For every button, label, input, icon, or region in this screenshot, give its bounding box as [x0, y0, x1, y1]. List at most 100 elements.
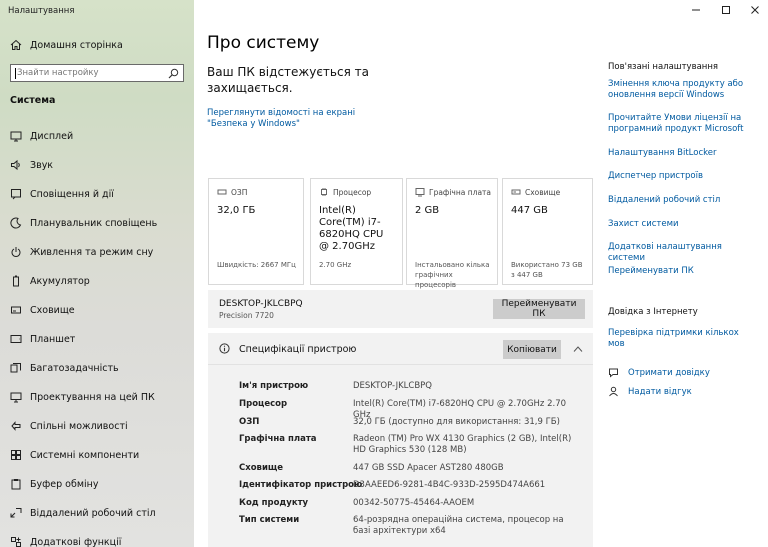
- remote-desktop-icon: [10, 508, 22, 518]
- chevron-up-icon[interactable]: [573, 345, 583, 353]
- remote-desktop-link[interactable]: Віддалений робочий стіл: [608, 195, 758, 206]
- spec-key: Тип системи: [239, 515, 300, 525]
- system-components-icon: [11, 450, 21, 460]
- spec-value: D3AAEED6-9281-4B4C-933D-2595D474A661: [353, 480, 546, 490]
- sidebar-item-label: Проектування на цей ПК: [30, 391, 155, 403]
- sidebar-item-shared-experiences[interactable]: Спільні можливості: [10, 418, 190, 434]
- help-icon: [609, 368, 618, 378]
- sidebar-item-display[interactable]: Дисплей: [10, 128, 190, 144]
- spec-key: ОЗП: [239, 417, 260, 427]
- card-subtext: Використано 73 GB з 447 GB: [511, 261, 583, 279]
- sidebar-item-multitasking[interactable]: Багатозадачність: [10, 360, 190, 376]
- card-value: Intel(R) Core(TM) i7-6820HQ CPU @ 2.70GH…: [319, 205, 384, 252]
- system-protection-link[interactable]: Захист системи: [608, 219, 758, 230]
- power-icon: [11, 247, 21, 257]
- card-value: 447 GB: [511, 205, 548, 216]
- close-button[interactable]: [745, 2, 765, 18]
- advanced-system-settings-link[interactable]: Додаткові налаштування системи: [608, 242, 758, 264]
- notification-icon: [11, 189, 21, 200]
- minimize-button[interactable]: [686, 2, 706, 18]
- search-icon[interactable]: [168, 68, 179, 79]
- search-box[interactable]: Знайти настройку: [10, 64, 184, 82]
- give-feedback-link[interactable]: Надати відгук: [608, 386, 692, 397]
- rename-pc-button[interactable]: Перейменувати ПК: [493, 299, 585, 319]
- sidebar-item-focus-assist[interactable]: Планувальник сповіщень: [10, 215, 190, 231]
- sidebar-item-label: Багатозадачність: [30, 362, 119, 374]
- spec-value: 447 GB SSD Apacer AST280 480GB: [353, 463, 504, 473]
- projecting-icon: [10, 392, 22, 403]
- sidebar-item-remote-desktop[interactable]: Віддалений робочий стіл: [10, 505, 190, 521]
- maximize-button[interactable]: [716, 2, 736, 18]
- sidebar-item-label: Дисплей: [30, 130, 74, 142]
- windows-security-link[interactable]: Переглянути відомості на екрані "Безпека…: [207, 108, 387, 130]
- protection-status: Ваш ПК відстежується та захищається.: [207, 65, 369, 95]
- sidebar-item-optional-features[interactable]: Додаткові функції: [10, 534, 190, 547]
- sidebar-item-label: Звук: [30, 159, 54, 171]
- sidebar-item-tablet[interactable]: Планшет: [10, 331, 190, 347]
- page-title: Про систему: [207, 33, 320, 53]
- sidebar-item-label: Планувальник сповіщень: [30, 217, 158, 229]
- sidebar-item-notifications[interactable]: Сповіщення й дії: [10, 186, 190, 202]
- storage-icon: [11, 306, 21, 314]
- sidebar-item-label: Віддалений робочий стіл: [30, 507, 156, 519]
- card-label: ОЗП: [231, 188, 248, 197]
- card-label: Графічна плата: [429, 188, 491, 197]
- sidebar-item-projecting[interactable]: Проектування на цей ПК: [10, 389, 190, 405]
- spec-value: 32,0 ГБ (доступно для використання: 31,9…: [353, 417, 560, 427]
- sidebar-home-label: Домашня сторінка: [30, 39, 123, 51]
- multi-language-support-link[interactable]: Перевірка підтримки кількох мов: [608, 328, 758, 350]
- multitasking-icon: [10, 363, 21, 373]
- card-label: Сховище: [525, 188, 561, 197]
- maximize-icon: [722, 6, 730, 14]
- device-manager-link[interactable]: Диспетчер пристроїв: [608, 171, 758, 182]
- optional-features-icon: [11, 537, 21, 547]
- sidebar-item-label: Сповіщення й дії: [30, 188, 114, 200]
- device-model: Precision 7720: [219, 311, 274, 320]
- bitlocker-link[interactable]: Налаштування BitLocker: [608, 148, 758, 159]
- spec-value: 64-розрядна операційна система, процесор…: [353, 515, 564, 536]
- spec-value: DESKTOP-JKLCBPQ: [353, 381, 432, 391]
- sidebar-item-power[interactable]: Живлення та режим сну: [10, 244, 190, 260]
- copy-button[interactable]: Копіювати: [503, 340, 561, 359]
- spec-key: Сховище: [239, 463, 284, 473]
- device-name: DESKTOP-JKLCBPQ: [219, 299, 303, 309]
- spec-value: 00342-50775-45464-AAOEM: [353, 498, 475, 508]
- monitor-icon: [10, 131, 22, 142]
- shared-experiences-icon: [11, 421, 21, 431]
- web-help-heading: Довідка з Інтернету: [608, 307, 698, 317]
- card-value: 32,0 ГБ: [217, 205, 256, 216]
- moon-icon: [10, 217, 22, 229]
- spec-value: Radeon (TM) Pro WX 4130 Graphics (2 GB),…: [353, 434, 572, 455]
- feedback-icon: [609, 386, 618, 397]
- search-input[interactable]: Знайти настройку: [17, 68, 168, 78]
- get-help-label: Отримати довідку: [628, 367, 710, 378]
- card-value: 2 GB: [415, 205, 440, 216]
- sidebar-item-clipboard[interactable]: Буфер обміну: [10, 476, 190, 492]
- sidebar-item-label: Акумулятор: [30, 275, 90, 287]
- sidebar-section-title: Система: [10, 95, 56, 106]
- window-title: Налаштування: [8, 6, 75, 16]
- sidebar-item-label: Живлення та режим сну: [30, 246, 154, 258]
- sidebar-item-storage[interactable]: Сховище: [10, 302, 190, 318]
- spec-key: Ідентифікатор пристрою: [239, 480, 363, 490]
- sidebar-item-label: Планшет: [30, 333, 76, 345]
- sidebar-item-label: Сховище: [30, 304, 75, 316]
- sidebar-item-label: Додаткові функції: [30, 536, 122, 547]
- ram-card: ОЗП 32,0 ГБ Швидкість: 2667 МГц: [208, 178, 304, 285]
- disk-icon: [511, 189, 521, 195]
- get-help-link[interactable]: Отримати довідку: [608, 367, 710, 378]
- gpu-icon: [415, 188, 425, 197]
- sidebar-item-label: Буфер обміну: [30, 478, 99, 490]
- card-subtext: 2.70 GHz: [319, 261, 352, 269]
- clipboard-icon: [11, 479, 21, 490]
- rename-pc-link[interactable]: Перейменувати ПК: [608, 266, 758, 277]
- cpu-icon: [321, 188, 327, 196]
- specs-header[interactable]: Специфікації пристрою Копіювати: [208, 333, 593, 365]
- change-product-key-link[interactable]: Змінення ключа продукту або оновлення ве…: [608, 79, 758, 101]
- sidebar-home[interactable]: Домашня сторінка: [10, 37, 123, 53]
- license-terms-link[interactable]: Прочитайте Умови ліцензії на програмний …: [608, 113, 758, 135]
- sidebar-item-system-components[interactable]: Системні компоненти: [10, 447, 190, 463]
- sidebar-item-sound[interactable]: Звук: [10, 157, 190, 173]
- sidebar-item-label: Спільні можливості: [30, 420, 128, 432]
- sidebar-item-battery[interactable]: Акумулятор: [10, 273, 190, 289]
